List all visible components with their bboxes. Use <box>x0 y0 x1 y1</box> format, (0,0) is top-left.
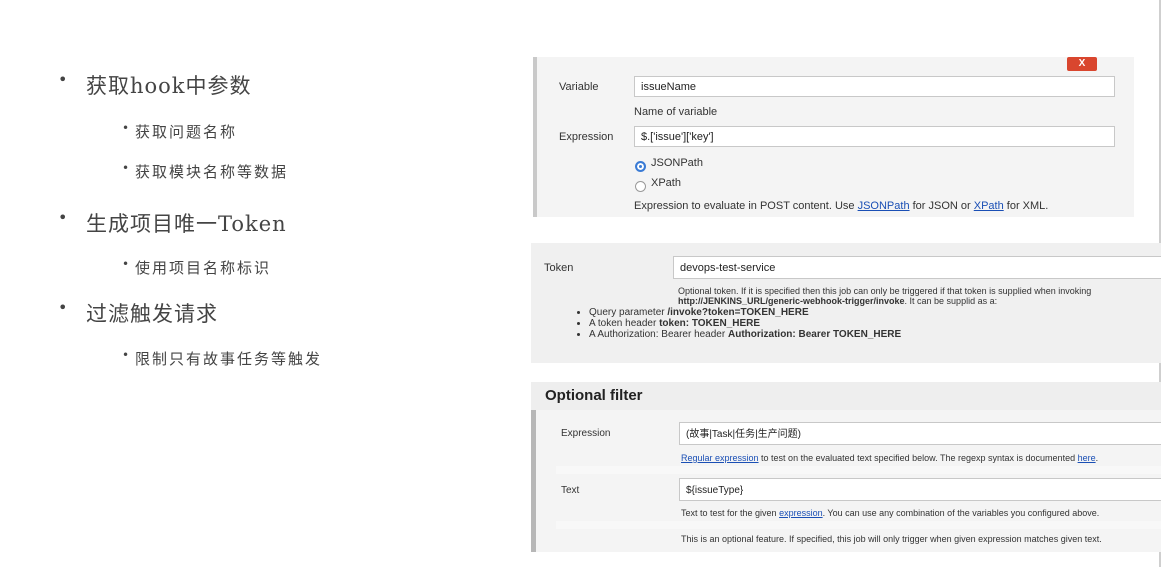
expression-help: Expression to evaluate in POST content. … <box>634 200 1049 212</box>
xpath-radio[interactable] <box>635 181 646 192</box>
expression-label: Expression <box>559 131 614 143</box>
token-help-line1: Optional token. If it is specified then … <box>678 286 1092 296</box>
row-divider <box>556 521 1161 529</box>
expression-link[interactable]: expression <box>779 508 823 518</box>
bullet-module-name: 获取模块名称等数据 <box>122 161 288 182</box>
filter-text-help: Text to test for the given expression. Y… <box>681 508 1100 518</box>
jsonpath-radio[interactable] <box>635 161 646 172</box>
token-help-line2: http://JENKINS_URL/generic-webhook-trigg… <box>678 296 998 306</box>
variable-help: Name of variable <box>634 106 718 118</box>
bullet-story-task: 限制只有故事任务等触发 <box>122 348 322 369</box>
filter-heading: Optional filter <box>545 387 643 404</box>
filter-text-label: Text <box>561 485 580 496</box>
token-methods-list: Query parameter /invoke?token=TOKEN_HERE… <box>569 307 901 340</box>
bullet-project-name: 使用项目名称标识 <box>122 257 271 278</box>
delete-button[interactable]: X <box>1067 57 1097 71</box>
filter-expression-label: Expression <box>561 428 611 439</box>
list-item: A token header token: TOKEN_HERE <box>589 318 901 329</box>
jsonpath-link[interactable]: JSONPath <box>858 200 910 212</box>
list-item: A Authorization: Bearer header Authoriza… <box>589 329 901 340</box>
variable-label: Variable <box>559 81 599 93</box>
filter-expression-help: Regular expression to test on the evalua… <box>681 453 1099 463</box>
token-panel: Token devops-test-service Optional token… <box>531 243 1161 363</box>
here-link[interactable]: here <box>1078 453 1096 463</box>
filter-text-input[interactable]: ${issueType} <box>679 478 1161 501</box>
bullet-hook-params: 获取hook中参数 <box>58 70 252 100</box>
xpath-radio-label: XPath <box>651 177 681 189</box>
token-label: Token <box>544 262 574 274</box>
bullet-issue-name: 获取问题名称 <box>122 121 237 142</box>
variable-input[interactable]: issueName <box>634 76 1115 97</box>
filter-expression-input[interactable]: (故事|Task|任务|生产问题) <box>679 422 1161 445</box>
variable-panel: X Variable issueName Name of variable Ex… <box>533 57 1134 217</box>
jsonpath-radio-label: JSONPath <box>651 157 703 169</box>
token-input[interactable]: devops-test-service <box>673 256 1161 279</box>
row-divider <box>556 466 1161 474</box>
filter-footer-note: This is an optional feature. If specifie… <box>681 534 1102 544</box>
bullet-token: 生成项目唯一Token <box>58 208 287 238</box>
filter-panel: Optional filter Expression (故事|Task|任务|生… <box>531 382 1161 552</box>
list-item: Query parameter /invoke?token=TOKEN_HERE <box>589 307 901 318</box>
regex-link[interactable]: Regular expression <box>681 453 759 463</box>
xpath-link[interactable]: XPath <box>974 200 1004 212</box>
expression-input[interactable]: $.['issue']['key'] <box>634 126 1115 147</box>
bullet-filter: 过滤触发请求 <box>58 298 218 328</box>
